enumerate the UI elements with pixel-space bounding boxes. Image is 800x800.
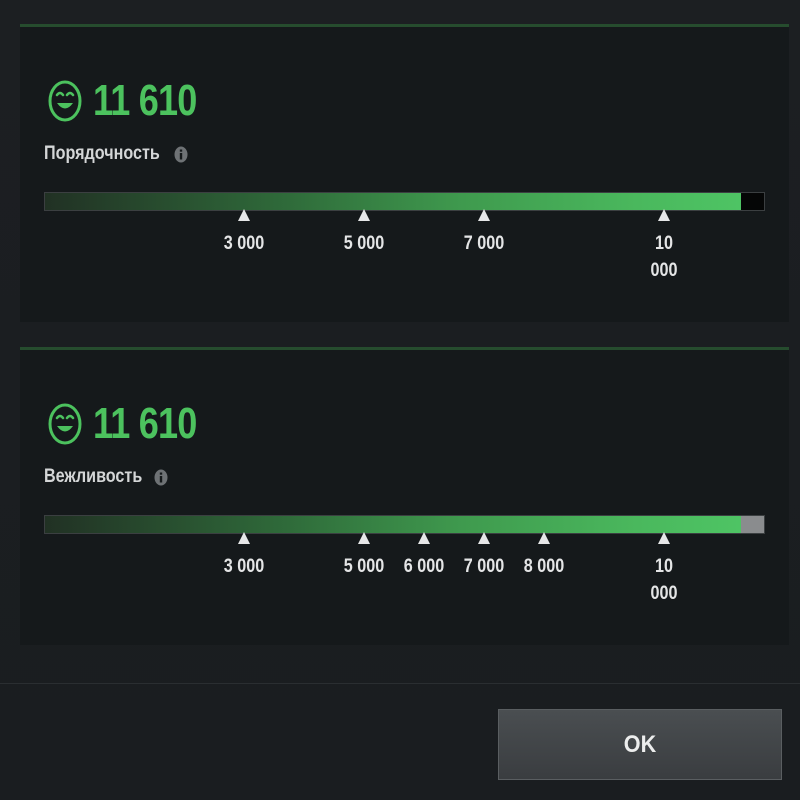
- politeness-score: 11 610: [93, 399, 197, 448]
- politeness-panel: 11 610 Вежливость 3 000 5 000 6 000 7 000 8 …: [20, 347, 789, 645]
- label-row: Вежливость: [44, 466, 168, 488]
- footer-divider: [0, 683, 800, 684]
- threshold-label: 10 000: [650, 233, 678, 281]
- ok-button[interactable]: OK: [498, 709, 782, 780]
- threshold-label: 5 000: [343, 233, 385, 254]
- smiley-face-icon: [48, 80, 82, 122]
- threshold-marker: 8 000: [514, 532, 574, 580]
- triangle-marker-icon: [358, 209, 370, 221]
- progress-fill: [45, 516, 741, 533]
- score-row: 11 610: [48, 397, 219, 451]
- threshold-marker: 7 000: [454, 209, 514, 257]
- threshold-marker: 3 000: [214, 532, 274, 580]
- smiley-face-icon: [48, 403, 82, 445]
- threshold-marker: 5 000: [334, 532, 394, 580]
- threshold-label: 3 000: [223, 233, 265, 254]
- threshold-marker: 7 000: [454, 532, 514, 580]
- behavior-score-dialog: 11 610 Порядочность 3 000 5 000 7 000 10 00…: [0, 0, 800, 800]
- label-row: Порядочность: [44, 143, 188, 165]
- triangle-marker-icon: [238, 209, 250, 221]
- threshold-label: 7 000: [463, 556, 505, 577]
- threshold-label: 10 000: [650, 556, 678, 604]
- threshold-label: 8 000: [523, 556, 565, 577]
- conduct-panel: 11 610 Порядочность 3 000 5 000 7 000 10 00…: [20, 24, 789, 322]
- threshold-label: 3 000: [223, 556, 265, 577]
- triangle-marker-icon: [478, 209, 490, 221]
- triangle-marker-icon: [538, 532, 550, 544]
- triangle-marker-icon: [478, 532, 490, 544]
- conduct-label: Порядочность: [44, 143, 160, 164]
- progress-fill: [45, 193, 741, 210]
- threshold-label: 6 000: [403, 556, 445, 577]
- politeness-label: Вежливость: [44, 466, 143, 487]
- info-icon[interactable]: [154, 469, 168, 486]
- threshold-marker: 3 000: [214, 209, 274, 257]
- triangle-marker-icon: [658, 532, 670, 544]
- threshold-marker: 5 000: [334, 209, 394, 257]
- threshold-label: 5 000: [343, 556, 385, 577]
- threshold-marker: 10 000: [634, 209, 694, 284]
- threshold-label: 7 000: [463, 233, 505, 254]
- progress-cap: [741, 516, 764, 533]
- ok-button-label: OK: [623, 730, 657, 758]
- triangle-marker-icon: [238, 532, 250, 544]
- triangle-marker-icon: [658, 209, 670, 221]
- score-row: 11 610: [48, 74, 219, 128]
- conduct-score: 11 610: [93, 76, 197, 125]
- triangle-marker-icon: [418, 532, 430, 544]
- threshold-marker: 10 000: [634, 532, 694, 607]
- threshold-marker: 6 000: [394, 532, 454, 580]
- info-icon[interactable]: [174, 146, 188, 163]
- triangle-marker-icon: [358, 532, 370, 544]
- progress-cap: [741, 193, 764, 210]
